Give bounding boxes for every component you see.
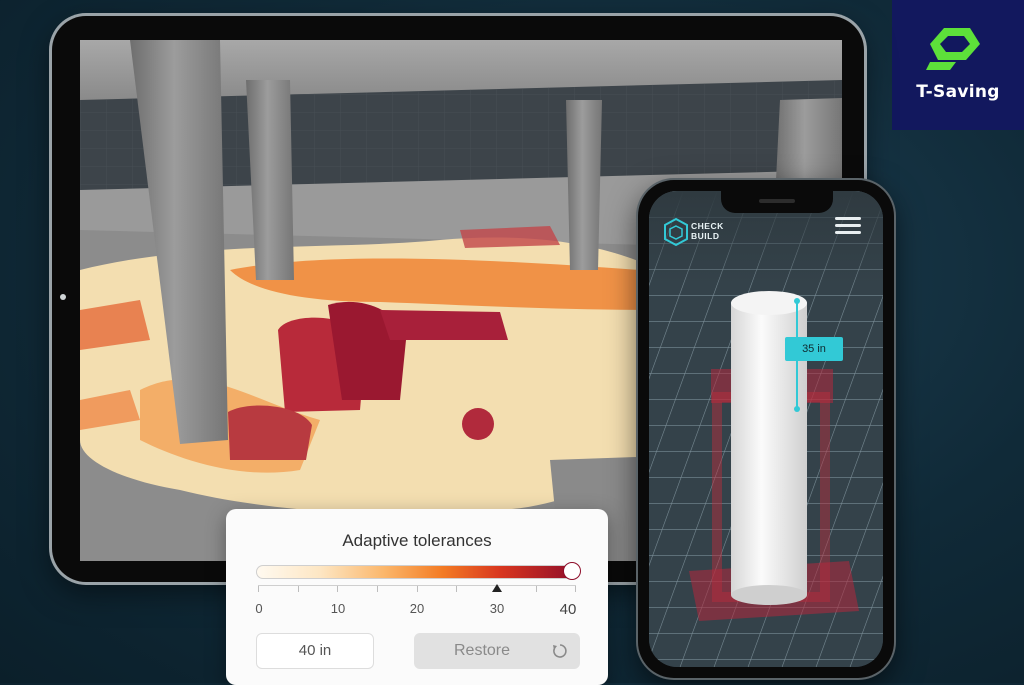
slider-handle[interactable]: [564, 563, 580, 579]
tablet-camera: [60, 294, 66, 300]
tick-label-10: 10: [330, 601, 346, 616]
app-logo: CHECK BUILD: [663, 217, 733, 247]
slider-ticks: [258, 584, 576, 598]
restore-button[interactable]: Restore: [414, 633, 580, 669]
brand-name: T-Saving: [916, 82, 1000, 102]
tick-label-0: 0: [255, 601, 263, 616]
hexagon-bolt-icon: [926, 28, 980, 70]
restore-button-label: Restore: [454, 642, 511, 659]
tick-label-40: 40: [559, 601, 577, 618]
height-measurement-label: 35 in: [785, 337, 843, 361]
adaptive-tolerances-panel: Adaptive tolerances 0 10 20 30 40 40 in …: [226, 509, 608, 685]
brand-badge: T-Saving: [892, 0, 1024, 130]
tolerance-value-input[interactable]: 40 in: [256, 633, 374, 669]
hamburger-menu-icon[interactable]: [835, 217, 861, 235]
undo-icon: [553, 644, 567, 658]
tolerance-slider[interactable]: [256, 563, 580, 579]
phone-device: CHECK BUILD 35 in: [638, 180, 894, 678]
selected-value-marker: [491, 584, 502, 592]
tick-label-20: 20: [409, 601, 425, 616]
tick-label-30: 30: [489, 601, 505, 616]
ar-viewport[interactable]: CHECK BUILD 35 in: [649, 191, 883, 667]
phone-notch: [721, 191, 833, 213]
app-logo-line2: BUILD: [691, 231, 720, 241]
panel-title: Adaptive tolerances: [342, 531, 492, 550]
app-logo-line1: CHECK: [691, 221, 724, 231]
hexagon-cube-icon: [664, 217, 688, 247]
